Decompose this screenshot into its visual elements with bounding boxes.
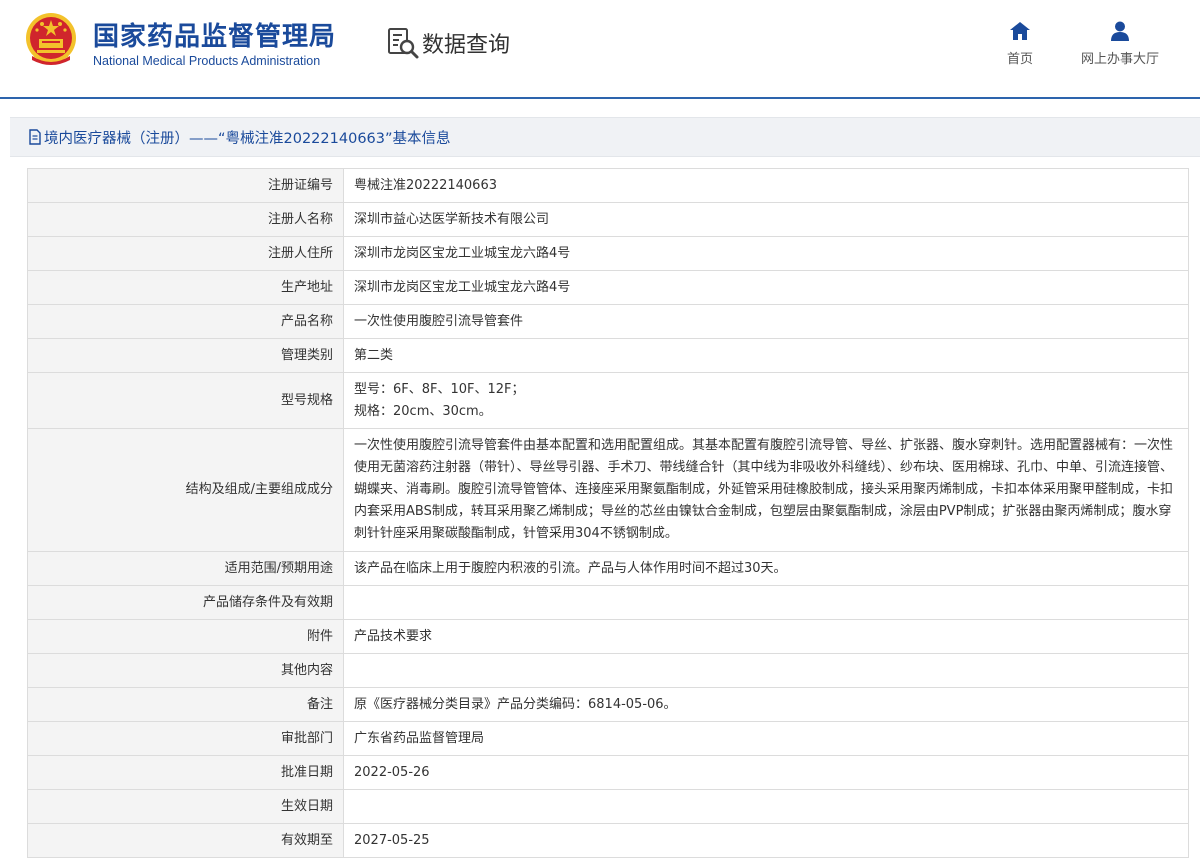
field-label: 其他内容 — [27, 653, 344, 688]
registration-info-table: 注册证编号 粤械注准20222140663 注册人名称 深圳市益心达医学新技术有… — [27, 168, 1189, 858]
field-label: 备注 — [27, 687, 344, 722]
site-title-cn[interactable]: 国家药品监督管理局 — [93, 16, 336, 53]
field-label: 有效期至 — [27, 823, 344, 858]
field-label: 生效日期 — [27, 789, 344, 824]
table-row: 审批部门 广东省药品监督管理局 — [27, 721, 1189, 756]
header-divider — [0, 97, 1200, 99]
table-row: 产品储存条件及有效期 — [27, 585, 1189, 620]
field-value: 该产品在临床上用于腹腔内积液的引流。产品与人体作用时间不超过30天。 — [343, 551, 1189, 586]
table-row: 产品名称 一次性使用腹腔引流导管套件 — [27, 304, 1189, 339]
table-row: 生产地址 深圳市龙岗区宝龙工业城宝龙六路4号 — [27, 270, 1189, 305]
data-query-label: 数据查询 — [422, 33, 511, 58]
document-icon — [29, 129, 41, 145]
field-label: 结构及组成/主要组成成分 — [27, 428, 344, 552]
model-line: 型号：6F、8F、10F、12F； — [354, 381, 525, 397]
field-value: 产品技术要求 — [343, 619, 1189, 654]
field-value: 一次性使用腹腔引流导管套件由基本配置和选用配置组成。其基本配置有腹腔引流导管、导… — [343, 428, 1189, 552]
table-row: 有效期至 2027-05-25 — [27, 823, 1189, 858]
nav-home[interactable]: 首页 — [1000, 20, 1040, 67]
table-row: 注册证编号 粤械注准20222140663 — [27, 168, 1189, 203]
field-value: 原《医疗器械分类目录》产品分类编码：6814-05-06。 — [343, 687, 1189, 722]
field-value — [343, 653, 1189, 688]
breadcrumb: 境内医疗器械（注册）——“粤械注准20222140663”基本信息 — [10, 117, 1200, 157]
nav-online-service-hall-label: 网上办事大厅 — [1080, 52, 1159, 67]
field-value: 2027-05-25 — [343, 823, 1189, 858]
field-label: 附件 — [27, 619, 344, 654]
field-value: 型号：6F、8F、10F、12F； 规格：20cm、30cm。 — [343, 372, 1189, 429]
field-label: 生产地址 — [27, 270, 344, 305]
field-label: 型号规格 — [27, 372, 344, 429]
field-label: 适用范围/预期用途 — [27, 551, 344, 586]
field-label: 审批部门 — [27, 721, 344, 756]
table-row: 注册人住所 深圳市龙岗区宝龙工业城宝龙六路4号 — [27, 236, 1189, 271]
table-row: 型号规格 型号：6F、8F、10F、12F； 规格：20cm、30cm。 — [27, 372, 1189, 429]
spec-line: 规格：20cm、30cm。 — [354, 403, 492, 419]
nav-home-label: 首页 — [1006, 52, 1033, 67]
site-title-en[interactable]: National Medical Products Administration — [93, 54, 320, 68]
field-label: 注册证编号 — [27, 168, 344, 203]
field-value: 2022-05-26 — [343, 755, 1189, 790]
home-icon — [1010, 22, 1030, 40]
user-icon — [1111, 21, 1129, 41]
field-value — [343, 789, 1189, 824]
field-value: 粤械注准20222140663 — [343, 168, 1189, 203]
nav-online-service-hall[interactable]: 网上办事大厅 — [1070, 20, 1170, 67]
field-label: 注册人名称 — [27, 202, 344, 237]
field-label: 产品储存条件及有效期 — [27, 585, 344, 620]
data-query-title: 数据查询 — [386, 26, 510, 60]
field-label: 管理类别 — [27, 338, 344, 373]
breadcrumb-text: 境内医疗器械（注册）——“粤械注准20222140663”基本信息 — [44, 130, 451, 147]
table-row: 批准日期 2022-05-26 — [27, 755, 1189, 790]
field-value: 深圳市龙岗区宝龙工业城宝龙六路4号 — [343, 270, 1189, 305]
data-query-icon — [388, 28, 419, 59]
field-value — [343, 585, 1189, 620]
field-value: 第二类 — [343, 338, 1189, 373]
field-value: 广东省药品监督管理局 — [343, 721, 1189, 756]
table-row: 注册人名称 深圳市益心达医学新技术有限公司 — [27, 202, 1189, 237]
national-emblem-logo[interactable] — [24, 12, 78, 68]
table-row: 附件 产品技术要求 — [27, 619, 1189, 654]
field-value: 深圳市益心达医学新技术有限公司 — [343, 202, 1189, 237]
field-label: 产品名称 — [27, 304, 344, 339]
field-label: 批准日期 — [27, 755, 344, 790]
table-row: 管理类别 第二类 — [27, 338, 1189, 373]
table-row: 适用范围/预期用途 该产品在临床上用于腹腔内积液的引流。产品与人体作用时间不超过… — [27, 551, 1189, 586]
table-row: 生效日期 — [27, 789, 1189, 824]
field-label: 注册人住所 — [27, 236, 344, 271]
table-row: 其他内容 — [27, 653, 1189, 688]
table-row: 结构及组成/主要组成成分 一次性使用腹腔引流导管套件由基本配置和选用配置组成。其… — [27, 428, 1189, 552]
field-value: 深圳市龙岗区宝龙工业城宝龙六路4号 — [343, 236, 1189, 271]
site-header: 国家药品监督管理局 National Medical Products Admi… — [0, 0, 1200, 99]
table-row: 备注 原《医疗器械分类目录》产品分类编码：6814-05-06。 — [27, 687, 1189, 722]
field-value: 一次性使用腹腔引流导管套件 — [343, 304, 1189, 339]
